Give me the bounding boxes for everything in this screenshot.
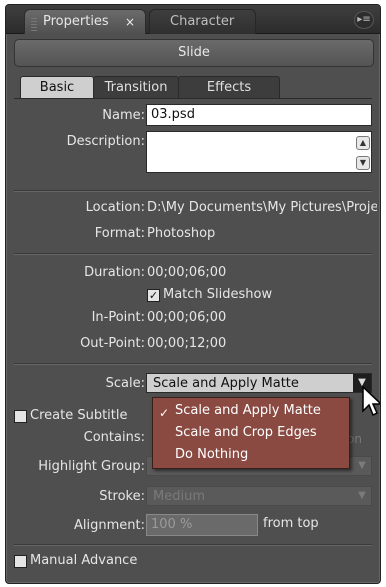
mouse-cursor-icon — [362, 385, 380, 417]
tab-properties[interactable]: Properties × — [24, 9, 146, 34]
match-slideshow-label: Match Slideshow — [163, 287, 273, 302]
out-point-label: Out-Point: — [80, 336, 145, 351]
grip-icon[interactable] — [31, 18, 37, 32]
in-point-label: In-Point: — [91, 310, 145, 325]
create-subtitle-checkbox[interactable] — [14, 410, 27, 423]
alignment-label: Alignment: — [74, 518, 145, 533]
manual-advance-checkbox[interactable] — [14, 555, 27, 568]
scale-dropdown-value: Scale and Apply Matte — [153, 376, 299, 391]
menu-item-scale-crop-edges[interactable]: Scale and Crop Edges — [175, 425, 317, 440]
duration-value[interactable]: 00;00;06;00 — [147, 265, 226, 280]
menu-item-scale-apply-matte[interactable]: Scale and Apply Matte — [175, 403, 321, 418]
scale-label: Scale: — [105, 376, 145, 391]
separator — [14, 363, 372, 364]
tab-effects[interactable]: Effects — [178, 76, 280, 99]
separator — [14, 253, 372, 254]
stroke-dropdown[interactable]: Medium ▼ — [146, 486, 372, 506]
tab-divider — [14, 98, 372, 99]
properties-panel: Properties × Character ▸≡ Slide Basic Tr… — [5, 4, 381, 584]
scroll-up-icon[interactable]: ▲ — [356, 136, 370, 150]
tab-properties-label: Properties — [43, 14, 109, 29]
out-point-value: 00;00;12;00 — [147, 336, 227, 351]
tab-character[interactable]: Character — [149, 9, 256, 34]
checkmark-icon: ✓ — [159, 406, 170, 420]
stroke-dropdown-value: Medium — [153, 489, 205, 504]
separator — [14, 190, 372, 191]
in-point-value: 00;00;06;00 — [147, 310, 227, 325]
location-label: Location: — [85, 200, 145, 215]
close-icon[interactable]: × — [125, 10, 135, 34]
match-slideshow-checkbox[interactable]: ✓ — [147, 289, 160, 302]
format-label: Format: — [94, 226, 145, 241]
description-label: Description: — [66, 134, 145, 149]
chevron-down-icon[interactable]: ▼ — [353, 487, 371, 505]
slide-header: Slide — [14, 39, 374, 67]
location-value: D:\My Documents\My Pictures\Proje — [147, 200, 377, 215]
menu-item-do-nothing[interactable]: Do Nothing — [175, 447, 248, 462]
format-value: Photoshop — [147, 226, 216, 241]
description-field[interactable] — [146, 131, 372, 173]
scroll-down-icon[interactable]: ▼ — [356, 156, 370, 170]
chevron-down-icon[interactable]: ▼ — [353, 457, 371, 475]
create-subtitle-label: Create Subtitle — [30, 408, 128, 423]
contains-label: Contains: — [83, 430, 145, 445]
from-top-label: from top — [263, 516, 319, 531]
alignment-field[interactable]: 100 % — [146, 514, 258, 536]
scale-dropdown-menu: ✓ Scale and Apply Matte Scale and Crop E… — [152, 397, 350, 469]
name-label: Name: — [102, 108, 145, 123]
duration-label: Duration: — [84, 265, 145, 280]
tab-character-label: Character — [170, 14, 235, 29]
highlight-group-label: Highlight Group: — [38, 459, 145, 474]
tab-basic[interactable]: Basic — [20, 76, 94, 99]
manual-advance-label: Manual Advance — [30, 553, 138, 568]
separator — [14, 544, 372, 545]
panel-titlebar: Properties × Character ▸≡ — [6, 5, 380, 34]
tab-transition[interactable]: Transition — [93, 76, 179, 99]
name-field[interactable]: 03.psd — [146, 104, 372, 126]
panel-menu-icon[interactable]: ▸≡ — [354, 11, 374, 29]
scale-dropdown[interactable]: Scale and Apply Matte ▼ — [146, 373, 372, 393]
stroke-label: Stroke: — [99, 489, 145, 504]
